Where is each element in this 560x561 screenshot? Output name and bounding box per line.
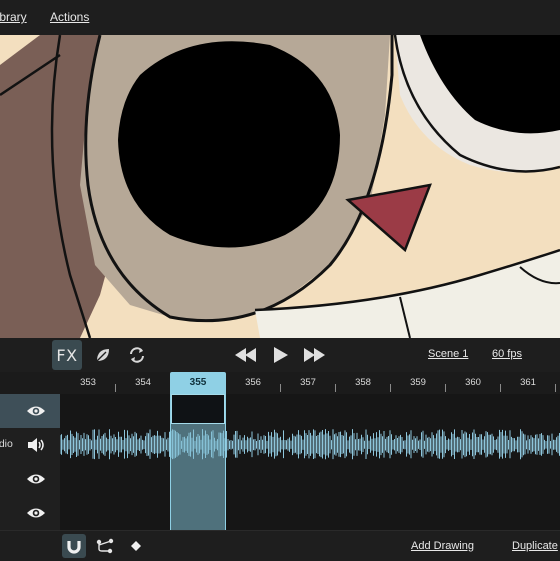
frame-ruler[interactable]: 353 354 356 357 358 359 360 361	[0, 372, 560, 394]
track-header-3[interactable]	[0, 462, 60, 497]
ruler-tick	[335, 384, 336, 392]
character-artwork	[0, 35, 560, 338]
ruler-tick	[280, 384, 281, 392]
diamond-icon	[131, 541, 141, 551]
leaf-icon	[96, 349, 109, 362]
eye-icon[interactable]	[26, 402, 46, 420]
loop-icon	[130, 347, 144, 363]
track-lane-1[interactable]	[60, 394, 560, 429]
drawing-canvas[interactable]	[0, 35, 560, 338]
track-lane-3[interactable]	[60, 462, 560, 497]
menu-library[interactable]: Library	[0, 10, 27, 24]
scene-selector[interactable]: Scene 1	[428, 348, 468, 360]
duplicate-button[interactable]: Duplicate	[512, 540, 558, 552]
menu-actions[interactable]: Actions	[50, 10, 89, 24]
menu-bar: Library Actions	[0, 0, 560, 36]
ruler-tick	[500, 384, 501, 392]
audio-track-lane[interactable]	[59, 428, 560, 463]
loop-button[interactable]	[122, 340, 152, 370]
fast-forward-icon	[304, 348, 325, 362]
timeline-toolbar: FX Scene 1 60 fps	[0, 338, 560, 372]
frame-number[interactable]: 357	[288, 377, 328, 388]
fps-selector[interactable]: 60 fps	[492, 348, 522, 360]
track-header-4[interactable]	[0, 496, 60, 531]
playhead[interactable]: 355	[170, 372, 226, 394]
ruler-tick	[555, 384, 556, 392]
current-keyframe-cell[interactable]	[171, 394, 225, 424]
frame-number[interactable]: 358	[343, 377, 383, 388]
waveform-path	[59, 429, 560, 460]
fast-forward-button[interactable]	[300, 340, 330, 370]
ruler-spacer	[0, 372, 60, 394]
eye-icon[interactable]	[26, 470, 46, 488]
frame-number[interactable]: 356	[233, 377, 273, 388]
timeline-tracks: Audio	[0, 394, 560, 531]
track-lane-4[interactable]	[60, 496, 560, 531]
frame-number[interactable]: 354	[123, 377, 163, 388]
track-name-audio: Audio	[0, 438, 13, 450]
keyframe-button[interactable]	[124, 534, 148, 558]
onion-skin-button[interactable]	[88, 340, 118, 370]
current-frame-label: 355	[189, 377, 207, 388]
path-tool-button[interactable]	[93, 534, 117, 558]
add-drawing-button[interactable]: Add Drawing	[411, 540, 474, 552]
bottom-bar: Add Drawing Duplicate	[0, 530, 560, 561]
magnet-icon	[67, 541, 81, 554]
path-icon	[96, 538, 114, 554]
audio-waveform	[59, 429, 560, 460]
track-header-audio[interactable]: Audio	[0, 428, 60, 463]
play-icon	[274, 347, 288, 363]
frame-number[interactable]: 360	[453, 377, 493, 388]
fx-button[interactable]: FX	[52, 340, 82, 370]
play-button[interactable]	[266, 340, 296, 370]
speaker-icon[interactable]	[26, 436, 46, 454]
fx-label: FX	[56, 345, 78, 365]
magnet-snap-button[interactable]	[62, 534, 86, 558]
frame-number[interactable]: 353	[68, 377, 108, 388]
ruler-tick	[390, 384, 391, 392]
frame-number[interactable]: 359	[398, 377, 438, 388]
ruler-tick	[445, 384, 446, 392]
eye-icon[interactable]	[26, 504, 46, 522]
ruler-tick	[115, 384, 116, 392]
frame-number[interactable]: 361	[508, 377, 548, 388]
track-header-1[interactable]	[0, 394, 60, 429]
rewind-icon	[235, 348, 256, 362]
rewind-button[interactable]	[231, 340, 261, 370]
